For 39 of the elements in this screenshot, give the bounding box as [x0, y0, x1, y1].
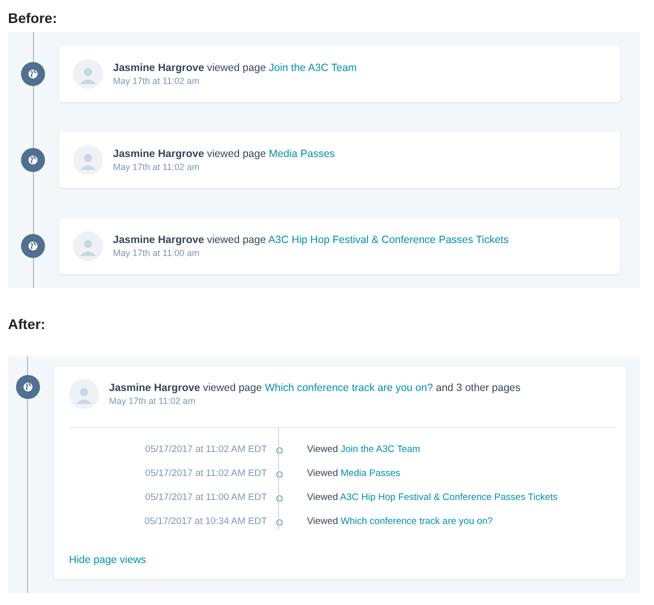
avatar-icon — [73, 231, 103, 261]
page-link[interactable]: Join the A3C Team — [268, 62, 357, 74]
view-timestamp: 05/17/2017 at 10:34 AM EDT — [143, 515, 268, 529]
view-text: Viewed Join the A3C Team — [306, 443, 422, 457]
section-heading: After: — [8, 316, 46, 332]
avatar-icon — [73, 145, 103, 175]
globe-icon — [21, 62, 45, 86]
page-link[interactable]: Media Passes — [268, 148, 335, 160]
page-link[interactable]: Which conference track are you on? — [340, 516, 493, 527]
avatar-icon — [69, 379, 99, 409]
section-heading: Before: — [8, 10, 58, 26]
activity-text: Jasmine Hargrove viewed page Which conference track are you on? and 3 other pages — [109, 382, 521, 394]
timestamp: May 17th at 11:02 am — [113, 76, 200, 86]
view-timestamp: 05/17/2017 at 11:02 AM EDT — [144, 467, 268, 481]
page-link[interactable]: Join the A3C Team — [340, 444, 420, 455]
globe-icon — [16, 375, 40, 399]
page-link[interactable]: Which conference track are you on? — [264, 382, 433, 394]
timeline-node-icon — [276, 446, 282, 454]
globe-icon — [21, 234, 45, 258]
timestamp: May 17th at 11:00 am — [113, 248, 200, 258]
view-timestamp: 05/17/2017 at 11:02 AM EDT — [144, 443, 268, 457]
page-link[interactable]: A3C Hip Hop Festival & Conference Passes Tickets — [268, 234, 509, 246]
timestamp: May 17th at 11:02 am — [113, 162, 200, 172]
activity-text: Jasmine Hargrove viewed page A3C Hip Hop Festival & Conference Passes Tickets — [113, 234, 509, 246]
timestamp: May 17th at 11:02 am — [109, 396, 196, 406]
activity-text: Jasmine Hargrove viewed page Media Passes — [113, 148, 335, 160]
hide-page-views-link[interactable]: Hide page views — [69, 554, 146, 566]
view-text: Viewed Media Passes — [306, 467, 402, 481]
page-link[interactable]: Media Passes — [340, 468, 400, 479]
timeline-node-icon — [276, 494, 282, 502]
avatar-icon — [73, 59, 103, 89]
activity-text: Jasmine Hargrove viewed page Join the A3C Team — [113, 62, 357, 74]
timeline-node-icon — [276, 470, 282, 478]
page-link[interactable]: A3C Hip Hop Festival & Conference Passes Tickets — [340, 492, 558, 503]
globe-icon — [21, 148, 45, 172]
timeline-node-icon — [276, 518, 282, 526]
view-timestamp: 05/17/2017 at 11:00 AM EDT — [144, 491, 268, 505]
view-text: Viewed Which conference track are you on? — [306, 515, 494, 529]
view-text: Viewed A3C Hip Hop Festival & Conference Passes Tickets — [306, 491, 559, 505]
